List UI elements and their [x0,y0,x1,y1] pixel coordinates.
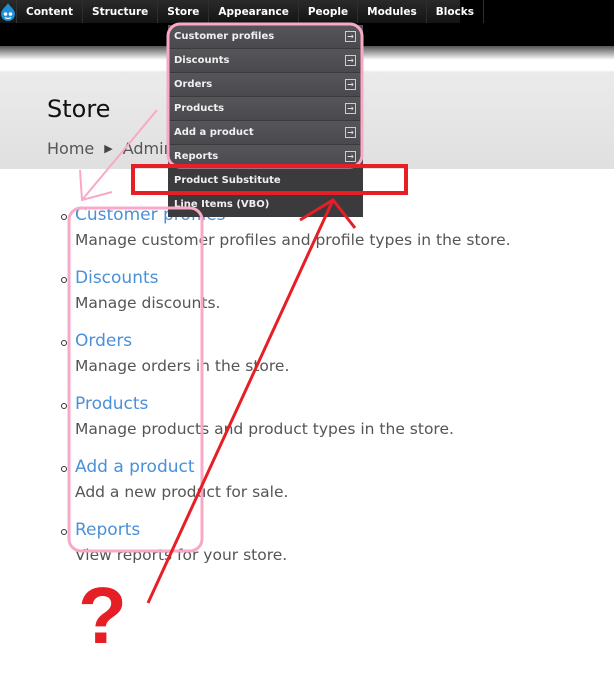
submenu-arrow-icon: → [345,79,356,90]
toolbar-item-people[interactable]: People [299,0,359,23]
drupal-drop-icon[interactable] [0,0,17,23]
menu-item-product-substitute[interactable]: Product Substitute [168,169,363,193]
submenu-arrow-icon: → [345,127,356,138]
item-description: View reports for your store. [75,546,288,564]
main-content: Customer profiles Manage customer profile… [0,190,614,568]
menu-item-label: Products [174,103,225,114]
question-mark-annotation: ? [78,571,127,660]
page-title: Store [47,95,111,123]
submenu-arrow-icon: → [345,103,356,114]
menu-item-discounts[interactable]: Discounts → [168,49,363,73]
item-description: Add a new product for sale. [75,483,289,501]
toolbar-item-structure[interactable]: Structure [83,0,159,23]
admin-list: Customer profiles Manage customer profile… [0,190,614,568]
breadcrumb-separator-icon: ▶ [104,142,113,155]
menu-item-customer-profiles[interactable]: Customer profiles → [168,25,363,49]
toolbar-item-blocks[interactable]: Blocks [427,0,485,23]
menu-item-label: Orders [174,79,213,90]
menu-item-products[interactable]: Products → [168,97,363,121]
toolbar-item-store[interactable]: Store [158,0,210,23]
list-item: Products Manage products and product type… [61,379,614,442]
admin-link-add-product[interactable]: Add a product [75,442,614,477]
menu-item-label: Discounts [174,55,230,66]
toolbar-item-content[interactable]: Content [17,0,84,23]
toolbar-item-modules[interactable]: Modules [358,0,427,23]
item-description: Manage customer profiles and profile typ… [75,231,511,249]
menu-item-label: Add a product [174,127,254,138]
menu-item-label: Line Items (VBO) [174,199,270,210]
submenu-arrow-icon: → [345,151,356,162]
list-item: Add a product Add a new product for sale. [61,442,614,505]
admin-link-products[interactable]: Products [75,379,614,414]
menu-item-label: Customer profiles [174,31,275,42]
breadcrumb-home[interactable]: Home [47,139,94,158]
toolbar-menu-bar: Content Structure Store Appearance Peopl… [0,0,485,23]
submenu-arrow-icon: → [345,55,356,66]
store-dropdown-menu: Customer profiles → Discounts → Orders → Pr… [168,25,363,217]
list-item: Discounts Manage discounts. [61,253,614,316]
list-item: Reports View reports for your store. [61,505,614,568]
menu-item-reports[interactable]: Reports → [168,145,363,169]
item-description: Manage products and product types in the… [75,420,454,438]
menu-item-orders[interactable]: Orders → [168,73,363,97]
menu-item-label: Reports [174,151,219,162]
admin-link-reports[interactable]: Reports [75,505,614,540]
toolbar-item-appearance[interactable]: Appearance [209,0,299,23]
menu-item-label: Product Substitute [174,175,281,186]
admin-link-orders[interactable]: Orders [75,316,614,351]
menu-item-add-product[interactable]: Add a product → [168,121,363,145]
submenu-arrow-icon: → [345,31,356,42]
item-description: Manage discounts. [75,294,221,312]
list-item: Orders Manage orders in the store. [61,316,614,379]
item-description: Manage orders in the store. [75,357,290,375]
admin-link-discounts[interactable]: Discounts [75,253,614,288]
menu-item-line-items-vbo[interactable]: Line Items (VBO) [168,193,363,217]
